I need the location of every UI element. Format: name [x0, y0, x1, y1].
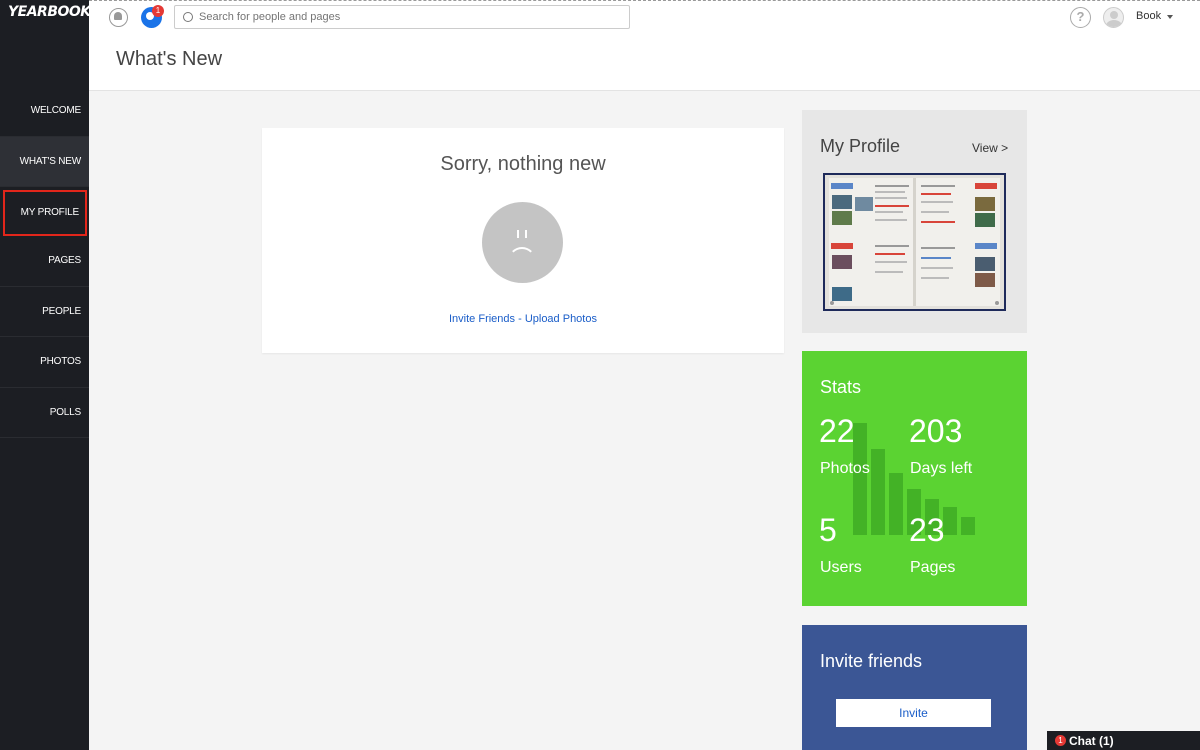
sidebar-item-photos[interactable]: PHOTOS	[0, 337, 89, 388]
stats-decor-bar	[943, 507, 957, 535]
chat-badge: 1	[1055, 735, 1066, 746]
sidebar-item-my-profile[interactable]: MY PROFILE	[3, 190, 87, 236]
stats-decor-bar	[961, 517, 975, 535]
invite-friends-link[interactable]: Invite Friends	[449, 313, 515, 325]
profile-panel-title: My Profile	[820, 136, 901, 156]
chat-bar[interactable]: 1 Chat (1)	[1047, 731, 1200, 750]
search-box	[174, 5, 630, 29]
feed-actions: Invite Friends - Upload Photos	[262, 313, 784, 325]
user-menu-name[interactable]: Book	[1136, 10, 1161, 22]
pages-label: Pages	[910, 559, 956, 576]
sidebar-item-people[interactable]: PEOPLE	[0, 287, 89, 337]
profile-view-link[interactable]: View >	[972, 141, 1008, 155]
users-count: 5	[819, 512, 837, 548]
sidebar-item-welcome[interactable]: WELCOME	[0, 86, 89, 137]
invite-friends-panel: Invite friends Invite	[802, 625, 1027, 750]
stats-decor-bar	[889, 473, 903, 535]
page-title: What's New	[116, 48, 223, 70]
chevron-down-icon[interactable]	[1167, 15, 1173, 19]
days-left-label: Days left	[910, 460, 973, 477]
pages-count: 23	[909, 512, 945, 548]
invite-panel-title: Invite friends	[820, 651, 923, 671]
users-label: Users	[820, 559, 862, 576]
stats-title: Stats	[820, 377, 862, 397]
days-left-count: 203	[909, 413, 963, 449]
sidebar-nav: WELCOME WHAT'S NEW MY PROFILE PAGES PEOP…	[0, 86, 89, 438]
eye-right	[525, 230, 527, 238]
link-separator: -	[515, 313, 525, 325]
yearbook-spread-graphic	[829, 178, 1000, 306]
stats-decor-bar	[871, 449, 885, 535]
stats-panel: Stats 22 Photos 203 Days left 5 Users 23…	[802, 351, 1027, 606]
sidebar: YEARBOOK WELCOME WHAT'S NEW MY PROFILE P…	[0, 0, 91, 750]
stats-decor-bar	[853, 423, 867, 535]
avatar[interactable]	[1103, 7, 1124, 28]
chat-label: Chat (1)	[1069, 734, 1114, 748]
help-icon[interactable]: ?	[1070, 7, 1091, 28]
photos-label: Photos	[820, 460, 870, 477]
search-input[interactable]	[199, 6, 619, 28]
notification-badge: 1	[152, 5, 164, 17]
sidebar-item-pages[interactable]: PAGES	[0, 236, 89, 287]
photos-count: 22	[819, 413, 855, 449]
sidebar-item-whats-new[interactable]: WHAT'S NEW	[0, 136, 89, 187]
invite-button[interactable]: Invite	[836, 699, 991, 727]
eye-left	[517, 230, 519, 238]
top-bar: 1 ? Book	[89, 0, 1200, 33]
search-icon	[183, 12, 193, 22]
yearbook-preview-image[interactable]	[823, 173, 1006, 311]
mouth	[508, 247, 536, 275]
upload-photos-link[interactable]: Upload Photos	[525, 313, 597, 325]
app-logo[interactable]: YEARBOOK	[8, 4, 91, 20]
my-profile-panel: My Profile View >	[802, 110, 1027, 333]
feed-card: Sorry, nothing new Invite Friends - Uplo…	[262, 128, 784, 353]
sidebar-item-polls[interactable]: POLLS	[0, 388, 89, 438]
empty-feed-title: Sorry, nothing new	[440, 153, 606, 175]
bell-icon[interactable]	[109, 8, 128, 27]
page-header: What's New	[89, 33, 1200, 91]
sad-face-icon	[482, 202, 563, 283]
